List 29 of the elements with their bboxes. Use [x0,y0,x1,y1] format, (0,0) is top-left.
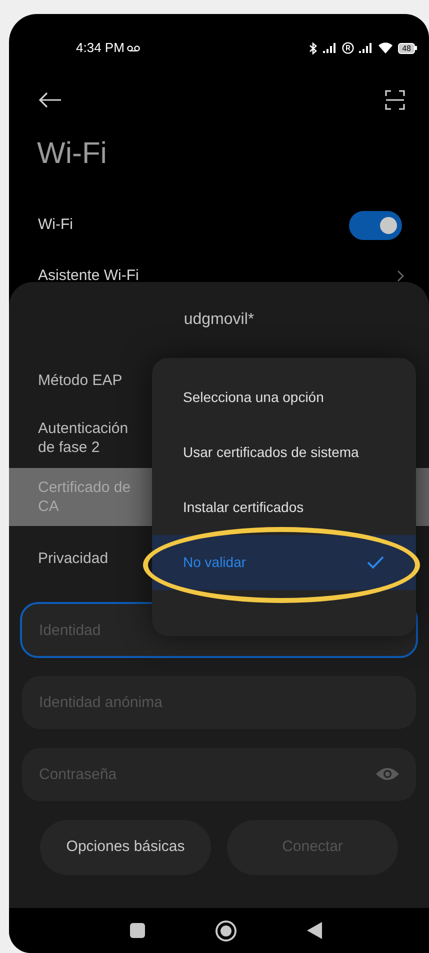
roaming-icon [342,42,354,54]
back-arrow-icon[interactable] [38,92,62,108]
check-icon [367,556,384,569]
status-time: 4:34 PM [76,39,124,58]
dropdown-option[interactable]: No validar [152,535,416,590]
dropdown-option[interactable]: Usar certificados de sistema [152,425,416,480]
basic-options-button[interactable]: Opciones básicas [40,820,211,875]
voicemail-icon [127,44,140,52]
signal-icon [359,43,374,53]
home-circle-icon[interactable] [215,920,237,942]
scan-icon[interactable] [385,90,405,110]
bluetooth-icon [309,42,318,54]
option-label: Usar certificados de sistema [183,443,359,462]
page-title: Wi-Fi [36,136,108,172]
dropdown-option[interactable]: Selecciona una opción [152,370,416,425]
form-row-label: Certificado de CA [38,478,132,516]
option-label: Selecciona una opción [183,388,324,407]
recents-square-icon[interactable] [130,923,145,938]
setting-label: Wi-Fi [38,214,73,235]
signal-icon [323,43,338,53]
chevron-icon [397,270,404,282]
back-triangle-icon[interactable] [307,922,322,939]
sheet-title: udgmovil* [182,310,256,330]
option-label: No validar [183,553,246,572]
wifi-icon [378,42,394,54]
wifi-toggle[interactable] [349,210,402,240]
setting-label: Asistente Wi-Fi [38,266,139,286]
option-label: Instalar certificados [183,498,304,517]
battery-icon: 48 [398,42,415,54]
